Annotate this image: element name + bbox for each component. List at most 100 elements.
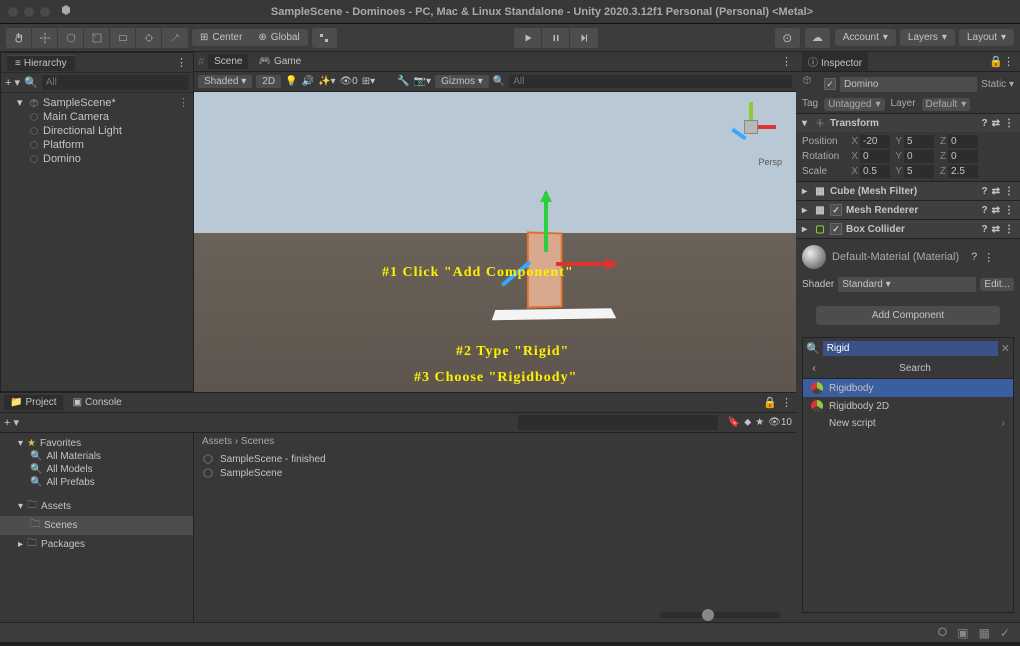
lighting-toggle-icon[interactable]: 💡 [285,76,297,87]
hierarchy-tab[interactable]: ≡Hierarchy [7,55,75,71]
scale-y-input[interactable]: 5 [904,165,934,178]
component-search-input[interactable] [823,341,998,356]
help-icon[interactable]: ? [982,224,988,235]
rotation-y-input[interactable]: 0 [904,150,934,163]
add-component-button[interactable]: Add Component [816,306,1000,325]
project-tab[interactable]: 📁Project [4,395,63,410]
scenes-folder[interactable]: 🗀Scenes [0,516,193,535]
progress-icon[interactable]: ▦ [979,626,990,640]
static-dropdown[interactable]: Static ▾ [981,79,1014,90]
shader-dropdown[interactable]: Standard ▾ [838,277,976,292]
autorefresh-icon[interactable]: ⭘ [938,625,948,640]
preset-icon[interactable]: ⇄ [992,224,1000,235]
fx-toggle-icon[interactable]: ✨▾ [318,76,335,87]
tool-settings-icon[interactable]: 🔧 [397,76,409,87]
scene-asset-item[interactable]: SampleScene [202,466,788,480]
create-dropdown-button[interactable]: + ▾ [5,76,20,89]
preset-icon[interactable]: ⇄ [992,205,1000,216]
component-menu-icon[interactable]: ⋮ [1004,224,1014,235]
search-result-newscript[interactable]: New script › [803,415,1013,432]
hierarchy-search-input[interactable] [42,75,189,90]
scale-x-input[interactable]: 0.5 [860,165,890,178]
layers-dropdown[interactable]: Layers▾ [900,29,955,46]
help-icon[interactable]: ? [982,118,988,129]
search-result-rigidbody[interactable]: Rigidbody [803,379,1013,397]
editor-tool-button[interactable] [162,28,188,48]
scene-search-input[interactable] [509,75,792,88]
account-dropdown[interactable]: Account▾ [835,29,896,46]
help-icon[interactable]: ? [971,251,977,263]
gameobject-name-input[interactable]: Domino [840,77,977,92]
snap-settings-button[interactable] [312,28,338,48]
component-foldout-icon[interactable]: ▸ [802,205,810,216]
favorite-item[interactable]: 🔍All Models [0,463,193,476]
hidden-packages-toggle[interactable]: 👁10 [768,417,792,428]
hierarchy-item[interactable]: Directional Light [1,124,193,138]
scene-viewport[interactable]: ✺ Persp #1 Click "Add Component" #2 Type… [194,92,796,392]
clear-search-icon[interactable]: ✕ [1001,342,1010,355]
search-by-type-icon[interactable]: 🔖 [728,417,740,428]
hierarchy-item[interactable]: Main Camera [1,110,193,124]
hierarchy-item[interactable]: Domino [1,152,193,166]
step-button[interactable] [570,28,598,48]
preset-icon[interactable]: ⇄ [992,118,1000,129]
tag-dropdown[interactable]: Untagged ▾ [824,98,884,111]
help-icon[interactable]: ? [982,205,988,216]
audio-toggle-icon[interactable]: 🔊 [302,76,314,87]
pivot-mode-button[interactable]: ⊞Center [192,29,250,46]
lock-icon[interactable]: 🔒 [989,55,1003,68]
assets-folder[interactable]: ▾🗀Assets [0,497,193,516]
gizmo-x-cone-icon[interactable] [758,125,776,129]
project-search-input[interactable] [518,415,718,430]
scene-asset-item[interactable]: SampleScene - finished [202,452,788,466]
minimize-window-icon[interactable] [24,7,34,17]
scene-root-node[interactable]: ▾ SampleScene* ⋮ [1,95,193,110]
move-gizmo-y-axis[interactable] [544,192,548,252]
2d-toggle-button[interactable]: 2D [256,75,281,88]
component-enabled-checkbox[interactable] [830,204,842,216]
component-menu-icon[interactable]: ⋮ [1004,118,1014,129]
project-breadcrumb[interactable]: Assets › Scenes [194,433,796,450]
visibility-toggle-icon[interactable]: 👁0 [339,76,357,87]
preset-icon[interactable]: ⇄ [992,186,1000,197]
gizmo-y-cone-icon[interactable] [749,102,753,120]
packages-folder[interactable]: ▸🗀Packages [0,535,193,554]
search-by-label-icon[interactable]: ⬥ [744,417,751,428]
project-content-area[interactable]: Assets › Scenes SampleScene - finished S… [194,433,796,622]
inspector-tab[interactable]: ⓘInspector [802,52,868,71]
panel-menu-icon[interactable]: ⋮ [781,396,792,409]
scene-menu-icon[interactable]: ⋮ [178,96,189,109]
combined-tool-button[interactable] [136,28,162,48]
lock-icon[interactable]: 🔒 [763,396,777,409]
move-tool-button[interactable] [32,28,58,48]
component-menu-icon[interactable]: ⋮ [1004,205,1014,216]
collab-button[interactable]: ⊙ [775,28,801,48]
orientation-gizmo[interactable]: Persp [726,102,776,152]
panel-menu-icon[interactable]: ⋮ [1003,55,1014,68]
panel-menu-icon[interactable]: ⋮ [781,55,792,68]
camera-settings-icon[interactable]: 📷▾ [414,76,431,87]
hierarchy-item[interactable]: Platform [1,138,193,152]
zoom-window-icon[interactable] [40,7,50,17]
rotation-x-input[interactable]: 0 [860,150,890,163]
layout-dropdown[interactable]: Layout▾ [959,29,1014,46]
grid-toggle-icon[interactable]: ⊞▾ [362,76,375,87]
panel-menu-icon[interactable]: ⋮ [176,56,187,69]
game-tab[interactable]: 🎮Game [252,54,307,69]
component-menu-icon[interactable]: ⋮ [983,251,994,264]
material-preview-icon[interactable] [802,245,826,269]
cache-server-icon[interactable]: ▣ [957,626,968,640]
pivot-space-button[interactable]: ⊕Global [250,29,307,46]
favorites-header[interactable]: ▾★Favorites [0,437,193,450]
component-foldout-icon[interactable]: ▸ [802,186,810,197]
project-folder-tree[interactable]: ▾★Favorites 🔍All Materials 🔍All Models 🔍… [0,433,194,622]
window-traffic-lights[interactable] [8,7,50,17]
save-search-icon[interactable]: ★ [755,417,764,428]
component-enabled-checkbox[interactable] [830,223,842,235]
scene-tab[interactable]: Scene [208,54,248,69]
hand-tool-button[interactable] [6,28,32,48]
rotation-z-input[interactable]: 0 [948,150,978,163]
back-icon[interactable]: ‹ [807,363,821,374]
checkmark-icon[interactable]: ✓ [1000,626,1010,640]
gameobject-active-checkbox[interactable] [824,78,836,90]
